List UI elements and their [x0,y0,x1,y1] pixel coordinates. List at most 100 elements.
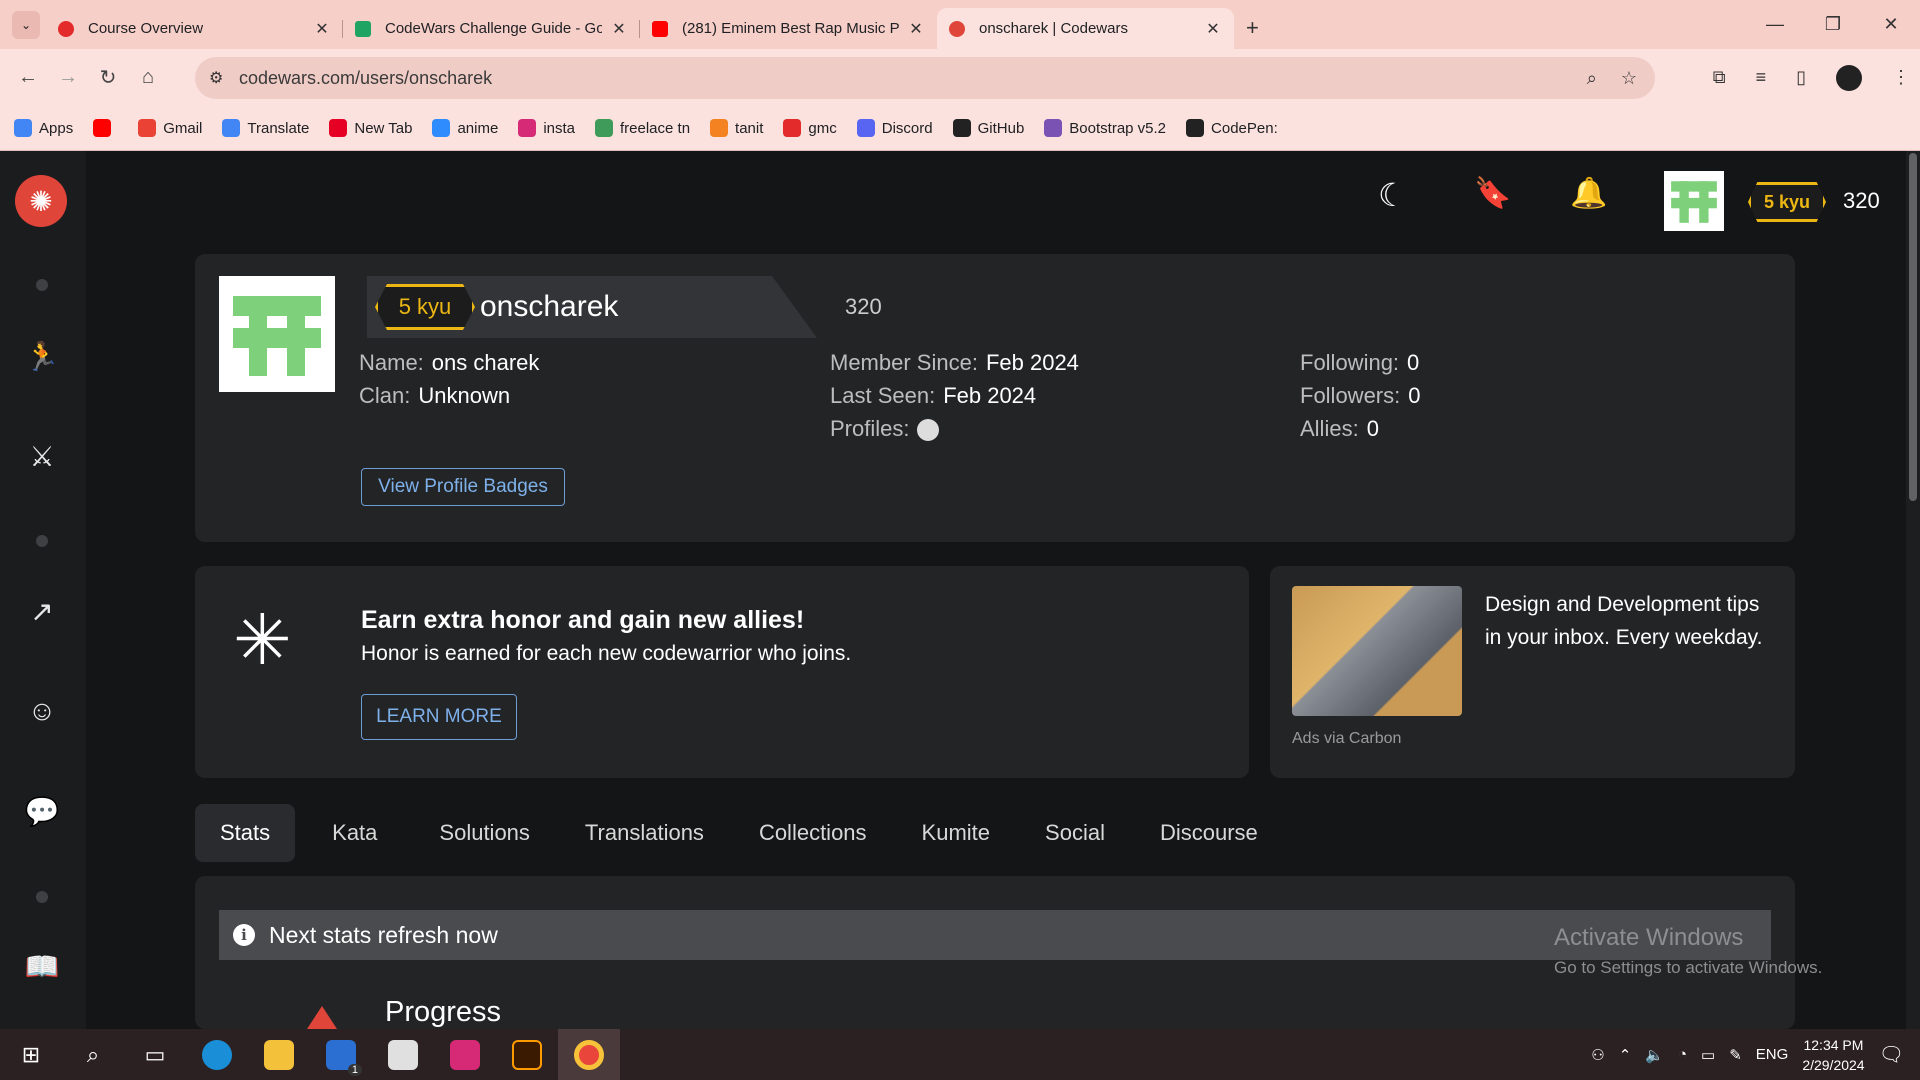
bookmark-item[interactable]: CodePen: [1186,119,1278,137]
bookmark-star-icon[interactable]: ☆ [1621,68,1637,89]
ad-laptop-image[interactable] [1292,586,1462,716]
header-rank-badge[interactable]: 5 kyu [1748,182,1826,222]
github-profile-icon[interactable] [917,419,940,442]
close-tab-icon[interactable]: ✕ [610,19,628,39]
side-panel-icon[interactable]: ▯ [1796,67,1806,88]
mail-icon[interactable]: 1 [310,1029,372,1080]
last-seen-value: Feb 2024 [943,383,1037,408]
windows-taskbar: ⊞ ⌕ ▭ 1 ⚇ ⌃ 🔈 ◔ ▭ ✎ ENG 12:34 PM 2/29/20… [0,1029,1920,1080]
bookmarks-icon[interactable]: 🔖 [1474,176,1511,211]
url-text[interactable]: codewars.com/users/onscharek [239,68,492,89]
extensions-icon[interactable]: ⧉ [1713,67,1726,88]
profile-avatar[interactable] [1836,64,1862,91]
codewars-logo-icon[interactable]: ✺ [15,175,67,227]
leaderboard-trend-icon[interactable]: ↗ [22,591,62,631]
training-icon[interactable]: 🏃 [22,336,62,376]
scrollbar-thumb[interactable] [1909,153,1917,501]
header-honor: 320 [1843,188,1880,213]
tab-discourse[interactable]: Discourse [1130,804,1288,862]
omnibox[interactable]: ⚙ codewars.com/users/onscharek ⌕ ☆ [195,57,1655,99]
clock[interactable]: 12:34 PM 2/29/2024 [1802,1035,1864,1075]
search-icon[interactable]: ⌕ [62,1029,124,1080]
start-windows-icon[interactable]: ⊞ [0,1029,62,1080]
site-info-icon[interactable]: ⚙ [209,68,239,88]
home-icon[interactable]: ⌂ [128,66,168,89]
close-tab-icon[interactable]: ✕ [1204,19,1222,39]
chevron-up-icon[interactable]: ⌃ [1619,1046,1632,1064]
browser-tab-3[interactable]: (281) Eminem Best Rap Music P ✕ [640,8,937,49]
bookmark-item[interactable]: Apps [14,119,73,137]
bell-icon[interactable]: 🔔 [1570,176,1607,211]
bookmark-item[interactable] [93,119,118,137]
bookmark-item[interactable]: Gmail [138,119,202,137]
tab-collections[interactable]: Collections [734,804,892,862]
bookmark-item[interactable]: gmc [783,119,837,137]
bookmark-item[interactable]: anime [432,119,498,137]
close-window-icon[interactable]: ✕ [1862,0,1920,49]
pen-icon[interactable]: ✎ [1729,1046,1742,1064]
moon-icon[interactable]: ☾ [1378,176,1407,214]
close-tab-icon[interactable]: ✕ [907,19,925,39]
file-explorer-icon[interactable] [248,1029,310,1080]
learn-more-button[interactable]: LEARN MORE [361,694,517,740]
tab-social[interactable]: Social [1020,804,1130,862]
restore-icon[interactable]: ❐ [1804,0,1862,49]
tab-kumite[interactable]: Kumite [892,804,1020,862]
ad-text[interactable]: Design and Development tips in your inbo… [1485,588,1775,654]
store-icon[interactable] [372,1029,434,1080]
bookmark-item[interactable]: freelace tn [595,119,690,137]
task-view-icon[interactable]: ▭ [124,1029,186,1080]
language-indicator[interactable]: ENG [1756,1046,1789,1063]
volume-icon[interactable]: 🔈 [1645,1046,1664,1064]
tab-solutions[interactable]: Solutions [414,804,555,862]
illustrator-icon[interactable] [496,1029,558,1080]
tab-translations[interactable]: Translations [555,804,734,862]
battery-icon[interactable]: ▭ [1701,1046,1715,1064]
close-tab-icon[interactable]: ✕ [313,19,331,39]
people-icon[interactable]: ⚇ [1591,1046,1604,1064]
bookmark-item[interactable]: New Tab [329,119,412,137]
bookmark-item[interactable]: Bootstrap v5.2 [1044,119,1166,137]
docs-book-icon[interactable]: 📖 [22,946,62,986]
bookmark-item[interactable]: insta [518,119,575,137]
page-scrollbar[interactable] [1906,151,1920,1029]
bookmark-favicon-icon [783,119,802,137]
chrome-icon[interactable] [558,1029,620,1080]
menu-icon[interactable]: ⋮ [1892,67,1910,88]
profile-honor: 320 [845,294,882,319]
bookmark-label: anime [457,119,499,137]
browser-tab-4[interactable]: onscharek | Codewars ✕ [937,8,1234,49]
tab-search-button[interactable]: ⌄ [12,11,40,39]
reload-icon[interactable]: ↻ [88,65,128,90]
back-icon[interactable]: ← [8,66,48,89]
followers-value: 0 [1408,383,1421,408]
media-icon[interactable]: ≡ [1756,67,1767,88]
bookmark-item[interactable]: GitHub [952,119,1024,137]
discussions-icon[interactable]: 💬 [22,791,62,831]
browser-tools: ⧉ ≡ ▯ ⋮ [1713,49,1910,106]
browser-tab-1[interactable]: Course Overview ✕ [46,8,343,49]
tab-kata[interactable]: Kata [295,804,414,862]
instagram-icon[interactable] [434,1029,496,1080]
bookmark-item[interactable]: Translate [222,119,309,137]
youtube-icon [652,20,668,37]
bookmark-item[interactable]: tanit [710,119,763,137]
discord-icon[interactable]: ☺ [22,691,62,731]
info-icon: i [233,924,255,946]
minimize-icon[interactable]: — [1746,0,1804,49]
bookmark-item[interactable]: Discord [856,119,933,137]
tab-stats[interactable]: Stats [195,804,296,862]
browser-tab-strip: ⌄ Course Overview ✕ CodeWars Challenge G… [0,0,1920,49]
edge-icon[interactable] [186,1029,248,1080]
kumite-icon[interactable]: ⚔ [22,436,62,476]
name-value: ons charek [431,350,540,375]
forward-icon[interactable]: → [48,66,88,89]
browser-tab-2[interactable]: CodeWars Challenge Guide - Go ✕ [343,8,640,49]
zoom-icon[interactable]: ⌕ [1587,68,1597,89]
ads-via-carbon[interactable]: Ads via Carbon [1292,730,1401,748]
notifications-icon[interactable]: 🗨 [1879,1042,1904,1067]
header-avatar[interactable] [1664,171,1724,231]
new-tab-icon[interactable]: + [1246,15,1259,41]
wifi-icon[interactable]: ◔ [1678,1046,1687,1063]
view-badges-button[interactable]: View Profile Badges [361,468,565,506]
